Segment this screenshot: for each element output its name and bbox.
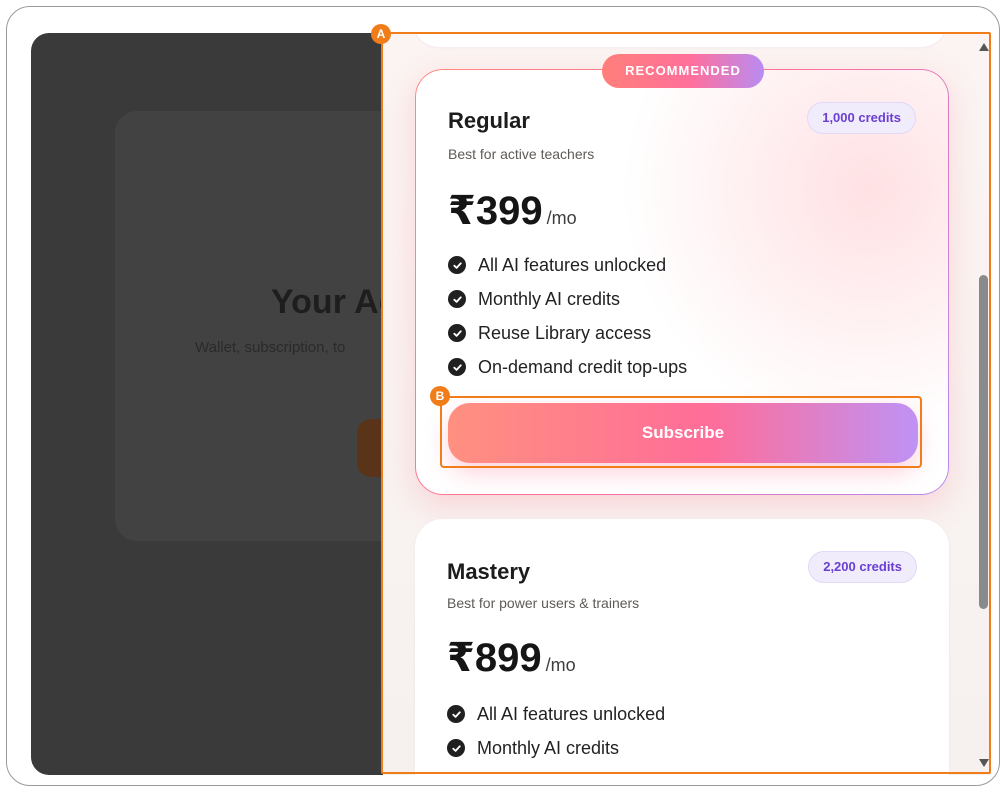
check-circle-icon	[448, 290, 466, 308]
feature-item: On-demand credit top-ups	[448, 350, 687, 384]
scrollbar-thumb[interactable]	[979, 275, 988, 609]
plan-card-regular: RECOMMENDED Regular Best for active teac…	[415, 54, 949, 495]
price-period: /mo	[546, 208, 577, 228]
feature-item: Reuse Library access	[448, 316, 687, 350]
check-circle-icon	[448, 324, 466, 342]
check-circle-icon	[447, 739, 465, 757]
check-circle-icon	[448, 358, 466, 376]
check-circle-icon	[447, 705, 465, 723]
feature-label: Monthly AI credits	[478, 288, 621, 309]
feature-item: Monthly AI credits	[447, 731, 665, 765]
feature-label: All AI features unlocked	[478, 254, 667, 275]
price-amount: ₹399	[448, 189, 543, 233]
background-page-subtitle: Wallet, subscription, to	[195, 339, 346, 356]
previous-plan-card	[413, 33, 947, 47]
feature-label: All AI features unlocked	[477, 703, 666, 724]
credits-badge: 2,200 credits	[808, 551, 917, 583]
feature-label: Monthly AI credits	[477, 737, 620, 758]
feature-item: All AI features unlocked	[448, 248, 687, 282]
subscribe-button[interactable]: Subscribe	[448, 403, 918, 463]
plan-price: ₹899/mo	[447, 635, 576, 681]
feature-item: All AI features unlocked	[447, 697, 665, 731]
feature-list: All AI features unlocked Monthly AI cred…	[448, 248, 687, 384]
check-circle-icon	[448, 256, 466, 274]
plan-subtitle: Best for power users & trainers	[447, 595, 640, 611]
window-frame: Your Ac Wallet, subscription, to RECOMME…	[6, 6, 1000, 786]
price-amount: ₹899	[447, 636, 542, 680]
scrollbar[interactable]	[977, 35, 989, 773]
annotation-tag-b: B	[430, 386, 450, 406]
feature-label: On-demand credit top-ups	[478, 356, 688, 377]
plans-drawer[interactable]: RECOMMENDED Regular Best for active teac…	[383, 33, 991, 775]
triangle-down-icon[interactable]	[979, 759, 989, 767]
feature-list: All AI features unlocked Monthly AI cred…	[447, 697, 665, 765]
feature-label: Reuse Library access	[478, 322, 652, 343]
annotation-tag-a: A	[371, 24, 391, 44]
price-period: /mo	[545, 655, 576, 675]
plan-name: Regular	[448, 108, 530, 133]
triangle-up-icon[interactable]	[979, 43, 989, 51]
plan-card-mastery: Mastery Best for power users & trainers …	[415, 519, 949, 775]
plan-price: ₹399/mo	[448, 188, 577, 234]
background-page-title: Your Ac	[271, 283, 398, 321]
feature-item: Monthly AI credits	[448, 282, 687, 316]
plan-subtitle: Best for active teachers	[448, 146, 595, 162]
credits-badge: 1,000 credits	[807, 102, 916, 134]
recommended-badge: RECOMMENDED	[602, 54, 764, 88]
plan-name: Mastery	[447, 559, 531, 584]
